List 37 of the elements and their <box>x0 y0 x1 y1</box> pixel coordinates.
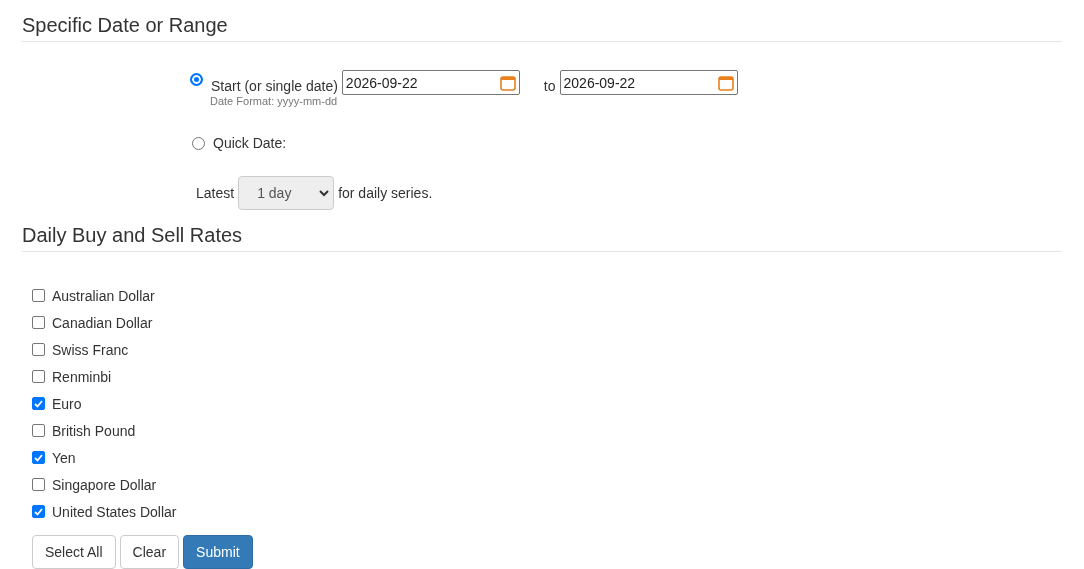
currency-label: Euro <box>52 395 82 412</box>
submit-button[interactable]: Submit <box>183 535 253 569</box>
section-heading: Specific Date or Range <box>22 14 1062 42</box>
daily-series-label: for daily series. <box>338 185 433 201</box>
checkbox[interactable] <box>32 424 45 437</box>
action-button[interactable]: Select All <box>32 535 116 569</box>
checkbox[interactable] <box>32 343 45 356</box>
start-label: Start (or single date) <box>211 78 338 94</box>
currency-label: Yen <box>52 449 76 466</box>
quick-date-label: Quick Date: <box>213 135 287 151</box>
calendar-icon[interactable] <box>499 74 516 91</box>
currency-label: Australian Dollar <box>52 287 155 304</box>
section-heading: Daily Buy and Sell Rates <box>22 224 1062 252</box>
checkbox[interactable] <box>32 397 45 410</box>
checkbox[interactable] <box>32 316 45 329</box>
radio-button[interactable] <box>192 136 205 150</box>
currency-label: British Pound <box>52 422 136 439</box>
chevron-down-icon <box>319 189 330 197</box>
end-date-field[interactable]: 2026-09-22 <box>559 70 738 95</box>
checkbox[interactable] <box>32 370 45 383</box>
currency-label: United States Dollar <box>52 503 177 520</box>
radio-button[interactable] <box>190 73 203 86</box>
currency-label: Swiss Franc <box>52 341 129 358</box>
calendar-icon[interactable] <box>717 74 734 91</box>
checkbox[interactable] <box>32 451 45 464</box>
checkbox[interactable] <box>32 505 45 518</box>
latest-label: Latest <box>196 185 235 201</box>
period-dropdown[interactable]: 1 day <box>238 176 335 210</box>
checkbox[interactable] <box>32 478 45 491</box>
currency-label: Renminbi <box>52 368 112 385</box>
checkbox[interactable] <box>32 289 45 302</box>
to-label: to <box>543 78 556 94</box>
start-date-field[interactable]: 2026-09-22 <box>341 70 520 95</box>
action-button[interactable]: Clear <box>119 535 180 569</box>
currency-label: Canadian Dollar <box>52 314 153 331</box>
currency-label: Singapore Dollar <box>52 476 157 493</box>
date-format-hint: Date Format: yyyy-mm-dd <box>209 95 339 107</box>
